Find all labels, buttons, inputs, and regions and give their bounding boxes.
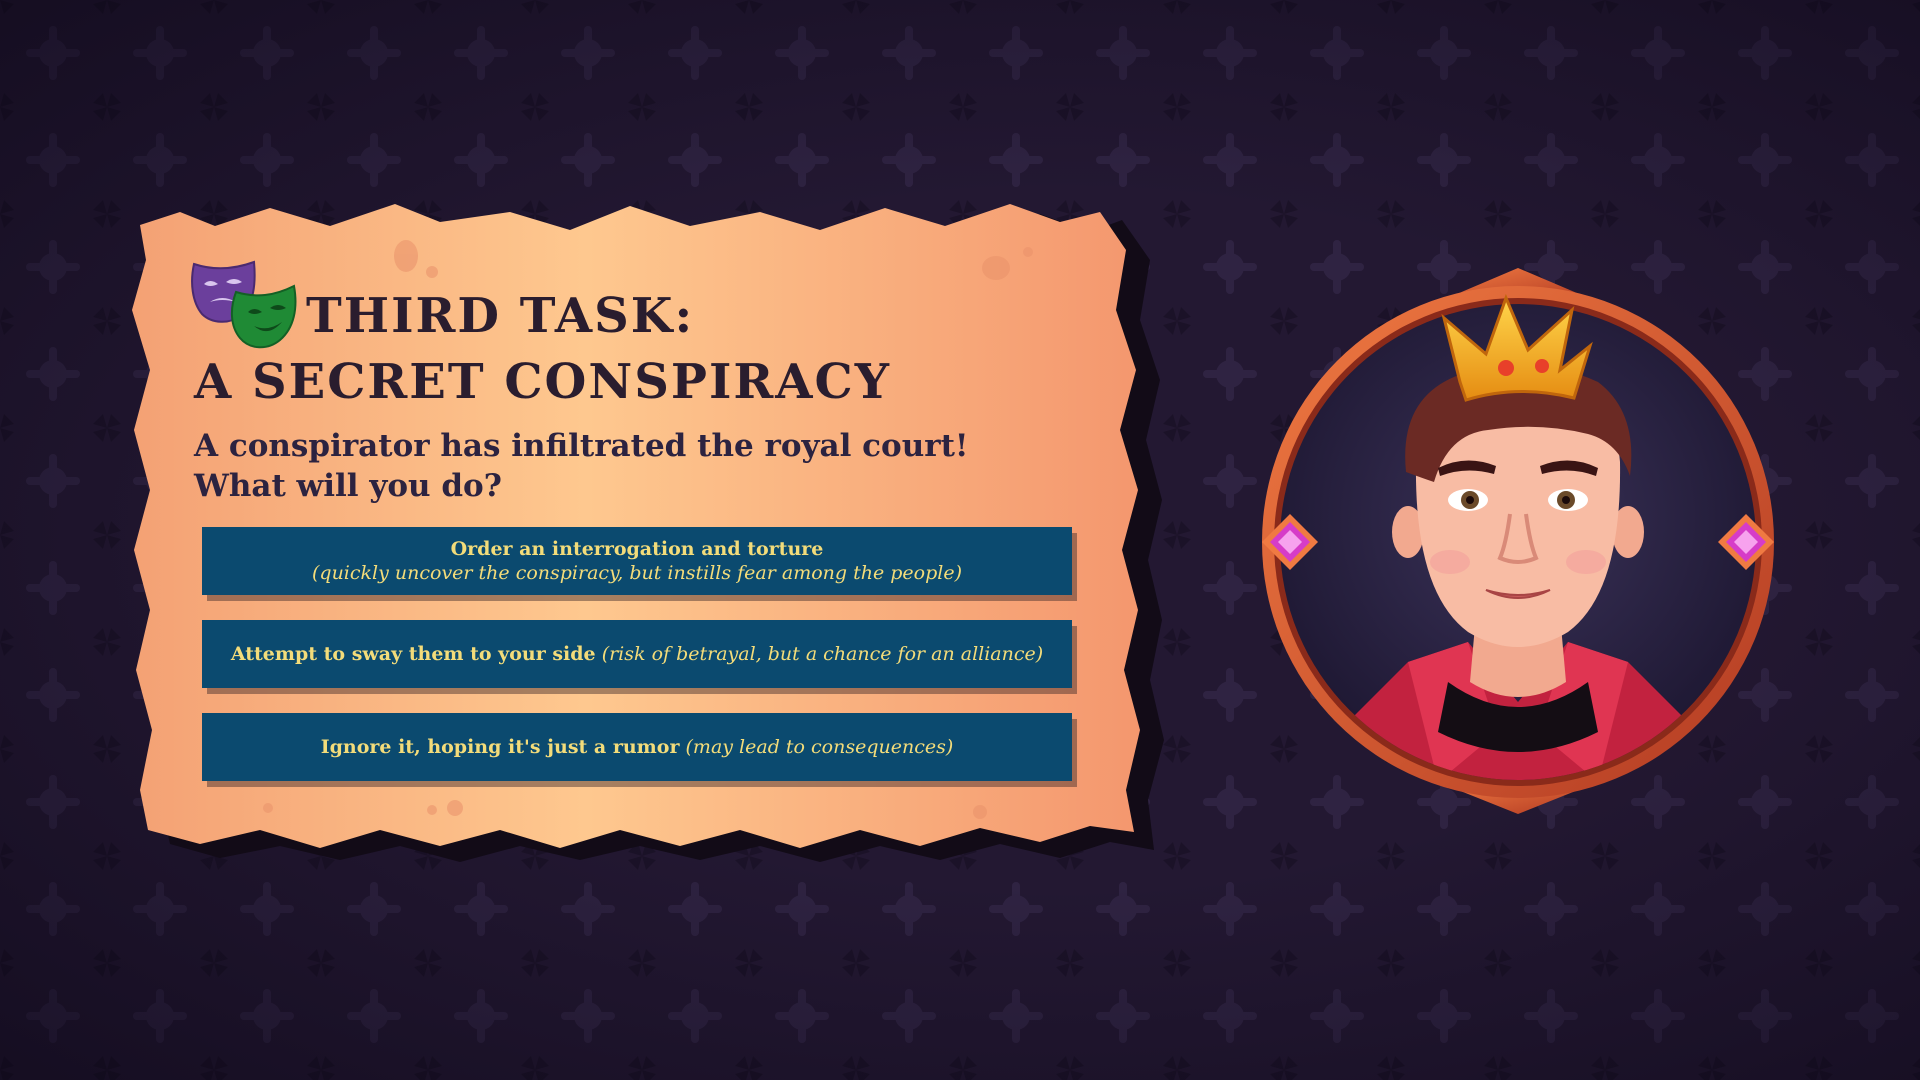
king-portrait xyxy=(1262,268,1774,814)
choice-detail: (quickly uncover the conspiracy, but ins… xyxy=(312,562,962,584)
task-description: A conspirator has infiltrated the royal … xyxy=(194,428,969,464)
choice-label: Attempt to sway them to your side xyxy=(230,643,596,665)
choice-label: Order an interrogation and torture xyxy=(450,538,824,560)
theatre-masks-icon xyxy=(191,260,297,349)
task-name: A SECRET CONSPIRACY xyxy=(194,354,892,410)
task-question: What will you do? xyxy=(194,468,502,504)
task-title: THIRD TASK: xyxy=(306,288,695,344)
choice-text: Ignore it, hoping it's just a rumor (may… xyxy=(321,735,954,759)
choice-label: Ignore it, hoping it's just a rumor xyxy=(320,736,680,758)
choice-detail: (risk of betrayal, but a chance for an a… xyxy=(601,643,1044,665)
choice-interrogation-button[interactable]: Order an interrogation and torture (quic… xyxy=(202,527,1072,595)
choice-detail: (may lead to consequences) xyxy=(685,736,954,758)
choice-sway-button[interactable]: Attempt to sway them to your side (risk … xyxy=(202,620,1072,688)
choice-text: Attempt to sway them to your side (risk … xyxy=(231,642,1043,666)
choice-ignore-button[interactable]: Ignore it, hoping it's just a rumor (may… xyxy=(202,713,1072,781)
